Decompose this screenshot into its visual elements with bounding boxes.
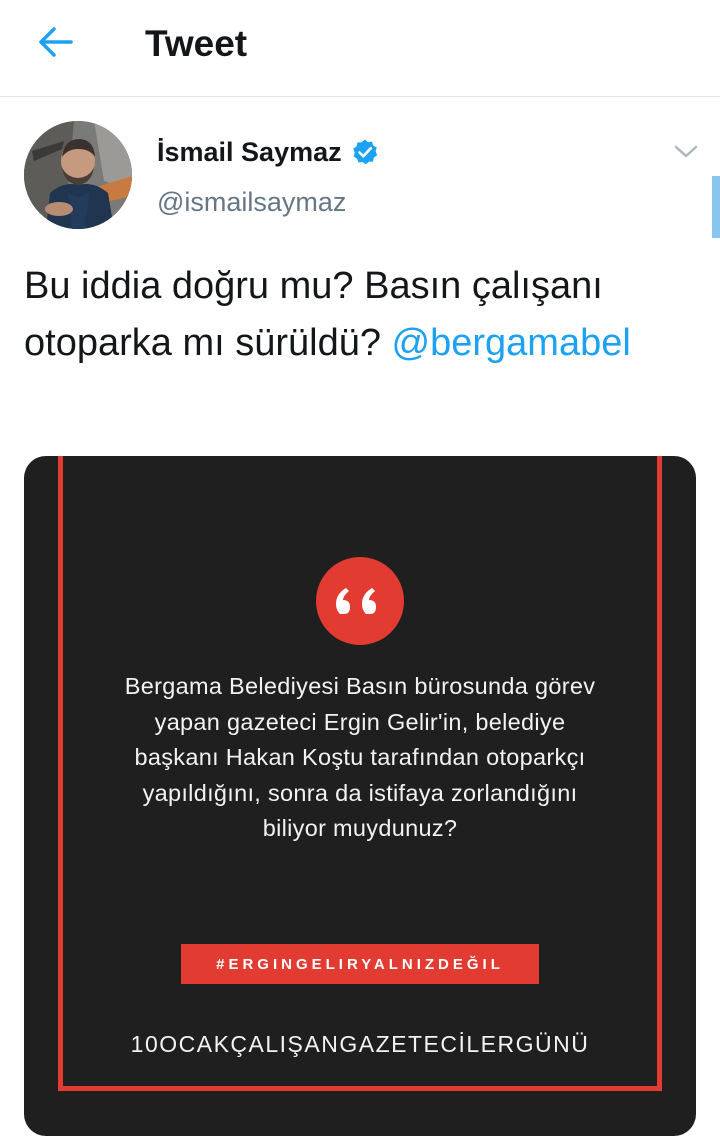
scrollbar[interactable] [712, 176, 720, 238]
author-name: İsmail Saymaz [157, 137, 342, 167]
top-bar: Tweet [0, 0, 720, 97]
quote-icon [336, 588, 376, 614]
verified-badge-icon [352, 139, 377, 165]
mention-link[interactable]: @bergamabel [392, 322, 631, 364]
author-handle[interactable]: @ismailsaymaz [157, 185, 346, 219]
hashtag-text: #ERGINGELIRYALNIZDEĞIL [216, 955, 504, 973]
bottom-tag: 10OCAKÇALIŞANGAZETECİLERGÜNÜ [130, 1031, 590, 1057]
hashtag-banner: #ERGINGELIRYALNIZDEĞIL [181, 944, 539, 984]
arrow-left-icon [39, 27, 73, 57]
tweet-menu-button[interactable] [668, 138, 704, 166]
tweet-media-image[interactable]: Bergama Belediyesi Basın bürosunda görev… [24, 456, 696, 1136]
quote-badge [316, 557, 404, 645]
profile-photo [24, 121, 132, 229]
tweet-text: Bu iddia doğru mu? Basın çalışanı otopar… [24, 258, 664, 372]
quote-text: Bergama Belediyesi Basın bürosunda görev… [124, 673, 596, 841]
page-title: Tweet [145, 23, 248, 64]
back-button[interactable] [30, 20, 82, 64]
avatar[interactable] [24, 121, 132, 229]
chevron-down-icon [674, 145, 698, 158]
author-name-row[interactable]: İsmail Saymaz [157, 134, 379, 170]
